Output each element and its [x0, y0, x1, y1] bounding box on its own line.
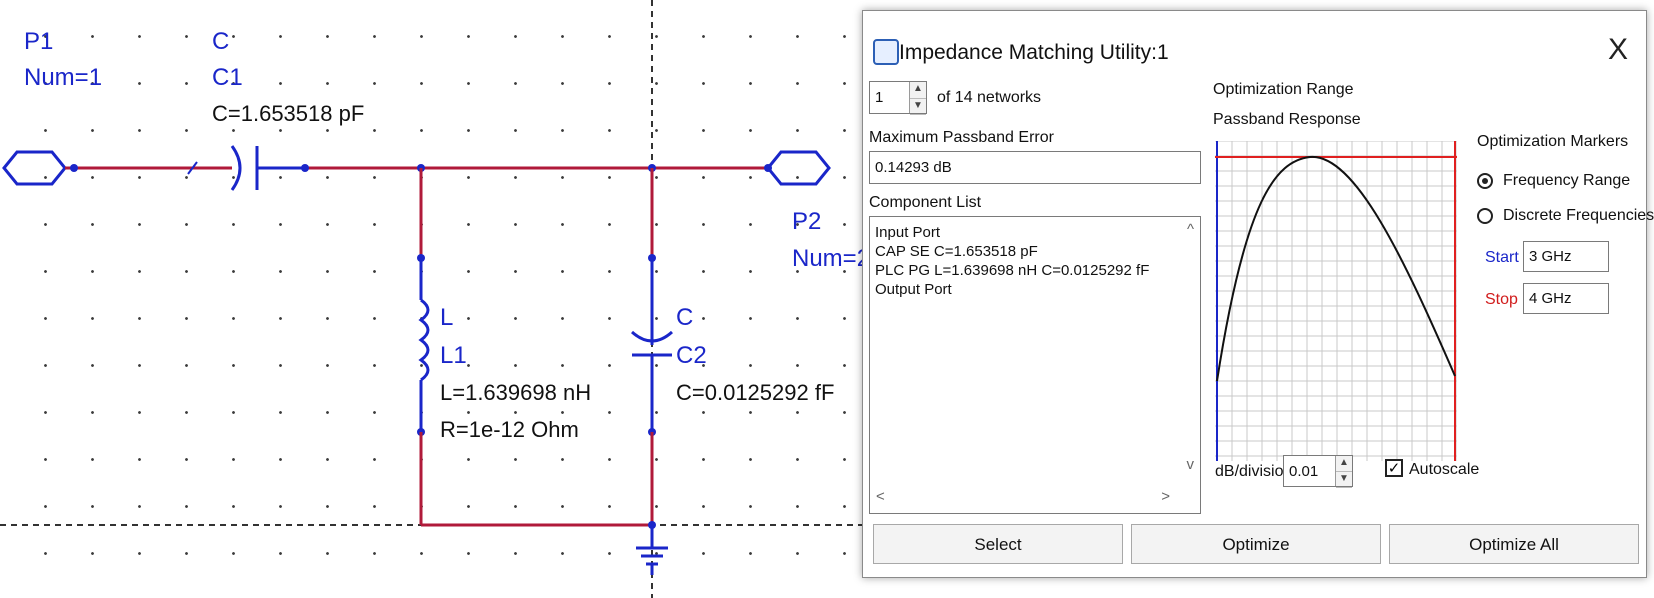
l1-value-label: L=1.639698 nH	[440, 380, 592, 405]
discrete-frequencies-radio[interactable]	[1477, 208, 1493, 224]
component-list[interactable]: Input Port CAP SE C=1.653518 pF PLC PG L…	[869, 216, 1201, 514]
autoscale-checkbox[interactable]: ✓	[1385, 459, 1403, 477]
l1-resistance-label: R=1e-12 Ohm	[440, 417, 579, 442]
optimize-all-button[interactable]: Optimize All	[1389, 524, 1639, 564]
p1-name-label: P1	[24, 28, 54, 55]
network-index-value: 1	[875, 89, 884, 106]
close-button[interactable]: X	[1608, 33, 1628, 67]
spin-up-icon[interactable]: ▲	[910, 82, 926, 99]
app-icon	[873, 39, 899, 65]
l1-name-label: L1	[440, 342, 467, 369]
optimize-button[interactable]: Optimize	[1131, 524, 1381, 564]
max-error-field[interactable]: 0.14293 dB	[869, 151, 1201, 184]
passband-response-label: Passband Response	[1213, 111, 1361, 128]
component-list-label: Component List	[869, 194, 982, 211]
scroll-down-icon[interactable]: v	[1187, 456, 1195, 473]
network-index-spinner[interactable]: 1 ▲ ▼	[869, 81, 927, 115]
db-division-value: 0.01	[1289, 463, 1319, 480]
inductor-l1-icon[interactable]	[418, 298, 430, 382]
p1-num-label: Num=1	[24, 64, 103, 91]
list-item[interactable]: Input Port	[875, 223, 1195, 242]
spin-down-icon[interactable]: ▼	[910, 99, 926, 115]
db-division-label: dB/division	[1215, 463, 1293, 480]
scroll-left-icon[interactable]: <	[876, 488, 885, 505]
discrete-frequencies-label: Discrete Frequencies	[1503, 207, 1654, 224]
dialog-title: Impedance Matching Utility:1	[899, 41, 1169, 64]
list-item[interactable]: CAP SE C=1.653518 pF	[875, 242, 1195, 261]
spinner-arrows[interactable]: ▲ ▼	[1335, 456, 1352, 488]
port-p1-icon[interactable]	[2, 150, 67, 186]
scroll-up-icon[interactable]: ^	[1187, 221, 1194, 238]
node-dot	[70, 164, 78, 172]
scroll-right-icon[interactable]: >	[1161, 488, 1170, 505]
c2-value-label: C=0.0125292 fF	[676, 380, 835, 405]
spin-up-icon[interactable]: ▲	[1336, 456, 1352, 472]
start-frequency-field[interactable]: 3 GHz	[1523, 241, 1609, 272]
response-curve	[1216, 155, 1456, 382]
frequency-range-label: Frequency Range	[1503, 172, 1631, 189]
l1-type-label: L	[440, 304, 454, 331]
optimization-range-label: Optimization Range	[1213, 81, 1354, 98]
start-label: Start	[1485, 249, 1519, 266]
optimization-markers-label: Optimization Markers	[1477, 133, 1629, 150]
c1-value-label: C=1.653518 pF	[212, 101, 365, 126]
list-item[interactable]: PLC PG L=1.639698 nH C=0.0125292 fF	[875, 261, 1195, 280]
port-p2-icon[interactable]	[766, 150, 831, 186]
spin-down-icon[interactable]: ▼	[1336, 472, 1352, 488]
select-button[interactable]: Select	[873, 524, 1123, 564]
spinner-arrows[interactable]: ▲ ▼	[909, 82, 926, 115]
c1-name-label: C1	[212, 64, 243, 91]
frequency-range-radio[interactable]	[1477, 173, 1493, 189]
c2-type-label: C	[676, 304, 694, 331]
network-count-label: of 14 networks	[937, 89, 1042, 106]
stop-frequency-field[interactable]: 4 GHz	[1523, 283, 1609, 314]
list-item[interactable]: Output Port	[875, 280, 1195, 299]
db-division-spinner[interactable]: 0.01 ▲ ▼	[1283, 455, 1353, 488]
c2-name-label: C2	[676, 342, 707, 369]
max-error-label: Maximum Passband Error	[869, 129, 1054, 146]
c1-type-label: C	[212, 28, 230, 55]
p2-name-label: P2	[792, 208, 822, 235]
passband-response-plot	[1215, 141, 1457, 461]
p2-num-label: Num=2	[792, 245, 871, 272]
stop-label: Stop	[1485, 291, 1518, 308]
impedance-matching-dialog: Impedance Matching Utility:1 X 1 ▲ ▼ of 1…	[862, 10, 1654, 578]
autoscale-label: Autoscale	[1409, 461, 1480, 478]
node-dot	[301, 164, 309, 172]
